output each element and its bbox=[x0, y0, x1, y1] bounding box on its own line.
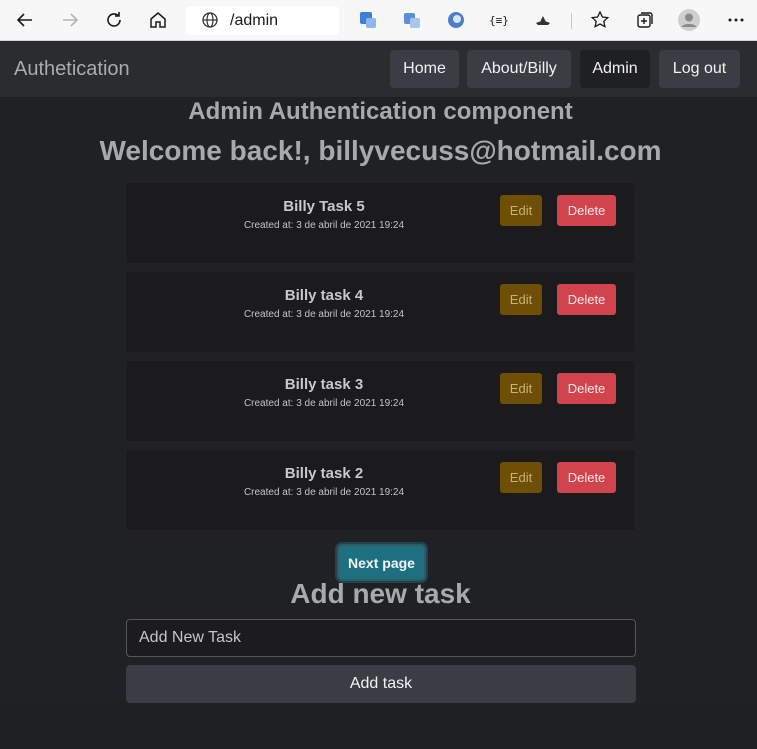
edit-button[interactable]: Edit bbox=[500, 195, 542, 226]
translate-icon[interactable] bbox=[356, 8, 380, 32]
nav-about-button[interactable]: About/Billy bbox=[467, 50, 571, 88]
navbar: Authetication Home About/Billy Admin Log… bbox=[0, 41, 757, 97]
task-title: Billy task 4 bbox=[284, 287, 364, 304]
component-title: Admin Authentication component bbox=[188, 98, 573, 125]
task-created-date: Created at: 3 de abril de 2021 19:24 bbox=[243, 398, 405, 409]
task-card: Billy Task 5 Created at: 3 de abril de 2… bbox=[125, 182, 636, 264]
json-extension-icon[interactable]: {≡} bbox=[487, 8, 511, 32]
navbar-brand[interactable]: Authetication bbox=[14, 58, 130, 81]
delete-button[interactable]: Delete bbox=[557, 462, 616, 493]
page-footer bbox=[0, 704, 757, 749]
globe-icon bbox=[198, 8, 222, 32]
home-icon[interactable] bbox=[146, 8, 170, 32]
welcome-heading: Welcome back!, billyvecuss@hotmail.com bbox=[99, 135, 662, 166]
url-text: /admin bbox=[230, 12, 279, 29]
task-card: Billy task 3 Created at: 3 de abril de 2… bbox=[125, 360, 636, 442]
address-bar[interactable]: /admin bbox=[186, 6, 339, 35]
edit-button[interactable]: Edit bbox=[500, 373, 542, 404]
extension-orb-icon[interactable] bbox=[444, 8, 468, 32]
task-title: Billy Task 5 bbox=[283, 198, 365, 215]
task-created-date: Created at: 3 de abril de 2021 19:24 bbox=[243, 220, 405, 231]
language-extension-icon[interactable] bbox=[400, 8, 424, 32]
task-created-date: Created at: 3 de abril de 2021 19:24 bbox=[243, 309, 405, 320]
nav-admin-button[interactable]: Admin bbox=[580, 50, 650, 88]
edit-button[interactable]: Edit bbox=[500, 284, 542, 315]
nav-logout-button[interactable]: Log out bbox=[659, 50, 740, 88]
task-title: Billy task 3 bbox=[284, 376, 364, 393]
task-created-date: Created at: 3 de abril de 2021 19:24 bbox=[243, 487, 405, 498]
edit-button[interactable]: Edit bbox=[500, 462, 542, 493]
forward-icon[interactable] bbox=[58, 8, 82, 32]
svg-text:{≡}: {≡} bbox=[489, 14, 509, 27]
favorites-icon[interactable] bbox=[588, 8, 612, 32]
browser-toolbar: /admin {≡} bbox=[0, 0, 757, 41]
delete-button[interactable]: Delete bbox=[557, 373, 616, 404]
hat-extension-icon[interactable] bbox=[531, 8, 555, 32]
new-task-input[interactable] bbox=[126, 619, 636, 657]
add-task-button[interactable]: Add task bbox=[126, 665, 636, 703]
add-task-heading: Add new task bbox=[290, 578, 471, 609]
back-icon[interactable] bbox=[13, 8, 37, 32]
more-options-icon[interactable] bbox=[724, 8, 748, 32]
refresh-icon[interactable] bbox=[102, 8, 126, 32]
toolbar-separator bbox=[571, 13, 572, 29]
collections-icon[interactable] bbox=[633, 8, 657, 32]
task-card: Billy task 4 Created at: 3 de abril de 2… bbox=[125, 271, 636, 353]
next-page-button[interactable]: Next page bbox=[337, 544, 426, 581]
profile-avatar-icon[interactable] bbox=[677, 8, 701, 32]
task-title: Billy task 2 bbox=[284, 465, 364, 482]
delete-button[interactable]: Delete bbox=[557, 284, 616, 315]
task-card: Billy task 2 Created at: 3 de abril de 2… bbox=[125, 449, 636, 531]
delete-button[interactable]: Delete bbox=[557, 195, 616, 226]
nav-home-button[interactable]: Home bbox=[390, 50, 459, 88]
